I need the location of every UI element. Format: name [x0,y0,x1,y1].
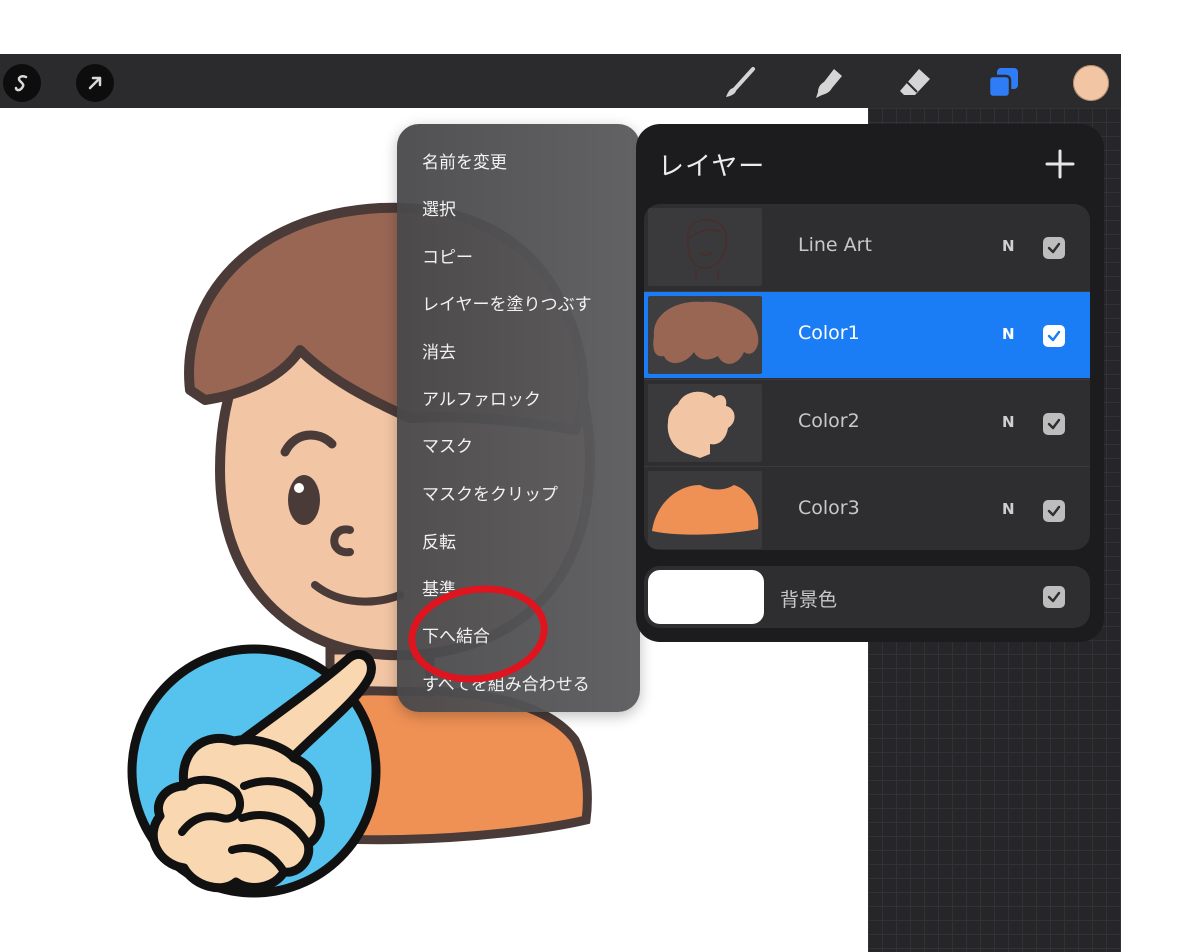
layer-name: Color2 [798,410,860,432]
top-toolbar [0,54,1121,108]
layers-panel-title: レイヤー [658,152,766,182]
visibility-checkbox[interactable] [1043,325,1065,347]
visibility-checkbox[interactable] [1043,237,1065,259]
menu-item-clear[interactable]: 消去 [422,338,456,363]
layer-thumbnail [648,471,762,549]
layer-thumbnail [648,208,762,286]
transform-arrow-icon[interactable] [76,64,114,102]
current-color-swatch[interactable] [1073,65,1109,101]
layers-icon[interactable] [986,66,1022,100]
eraser-icon[interactable] [897,66,933,100]
menu-item-select[interactable]: 選択 [422,195,456,220]
checkmark-icon [1047,505,1061,517]
visibility-checkbox[interactable] [1043,586,1065,608]
selection-icon[interactable] [3,64,41,102]
background-color-label: 背景色 [780,589,838,611]
checkmark-icon [1047,242,1061,254]
layer-row-line-art[interactable]: Line Art N [644,204,1090,290]
layer-name: Color1 [798,322,860,344]
menu-item-merge-down[interactable]: 下へ結合 [422,622,490,647]
plus-icon [1045,149,1075,179]
checkmark-icon [1047,591,1061,603]
menu-item-fill-layer[interactable]: レイヤーを塗りつぶす [422,290,592,315]
layers-panel: レイヤー Line Art N Color1 N Color2 N Color3… [636,124,1104,642]
blend-mode-button[interactable]: N [1002,500,1015,518]
menu-item-mask[interactable]: マスク [422,432,473,457]
checkmark-icon [1047,418,1061,430]
layer-thumbnail [648,296,762,374]
layer-name: Color3 [798,497,860,519]
layer-row-color2[interactable]: Color2 N [644,379,1090,466]
layer-list: Line Art N Color1 N Color2 N Color3 N [644,204,1090,550]
layer-name: Line Art [798,234,872,256]
layer-row-color1[interactable]: Color1 N [644,291,1090,378]
menu-item-rename[interactable]: 名前を変更 [422,148,507,173]
brush-icon[interactable] [722,66,758,100]
layer-row-color3[interactable]: Color3 N [644,466,1090,550]
menu-item-copy[interactable]: コピー [422,243,473,268]
layer-thumbnail [648,384,762,462]
checkmark-icon [1047,330,1061,342]
blend-mode-button[interactable]: N [1002,237,1015,255]
blend-mode-button[interactable]: N [1002,325,1015,343]
add-layer-button[interactable] [1040,144,1080,184]
visibility-checkbox[interactable] [1043,413,1065,435]
menu-item-invert[interactable]: 反転 [422,528,456,553]
layer-options-menu: 名前を変更 選択 コピー レイヤーを塗りつぶす 消去 アルファロック マスク マ… [397,124,640,712]
background-color-row[interactable]: 背景色 [644,566,1090,628]
pointing-hand-icon [124,636,394,906]
visibility-checkbox[interactable] [1043,500,1065,522]
background-color-swatch[interactable] [648,570,764,624]
blend-mode-button[interactable]: N [1002,413,1015,431]
menu-item-combine-all[interactable]: すべてを組み合わせる [422,670,590,695]
menu-item-alpha-lock[interactable]: アルファロック [422,385,541,410]
menu-item-reference[interactable]: 基準 [422,575,456,600]
smudge-icon[interactable] [810,66,846,100]
menu-item-clipping-mask[interactable]: マスクをクリップ [422,480,558,505]
